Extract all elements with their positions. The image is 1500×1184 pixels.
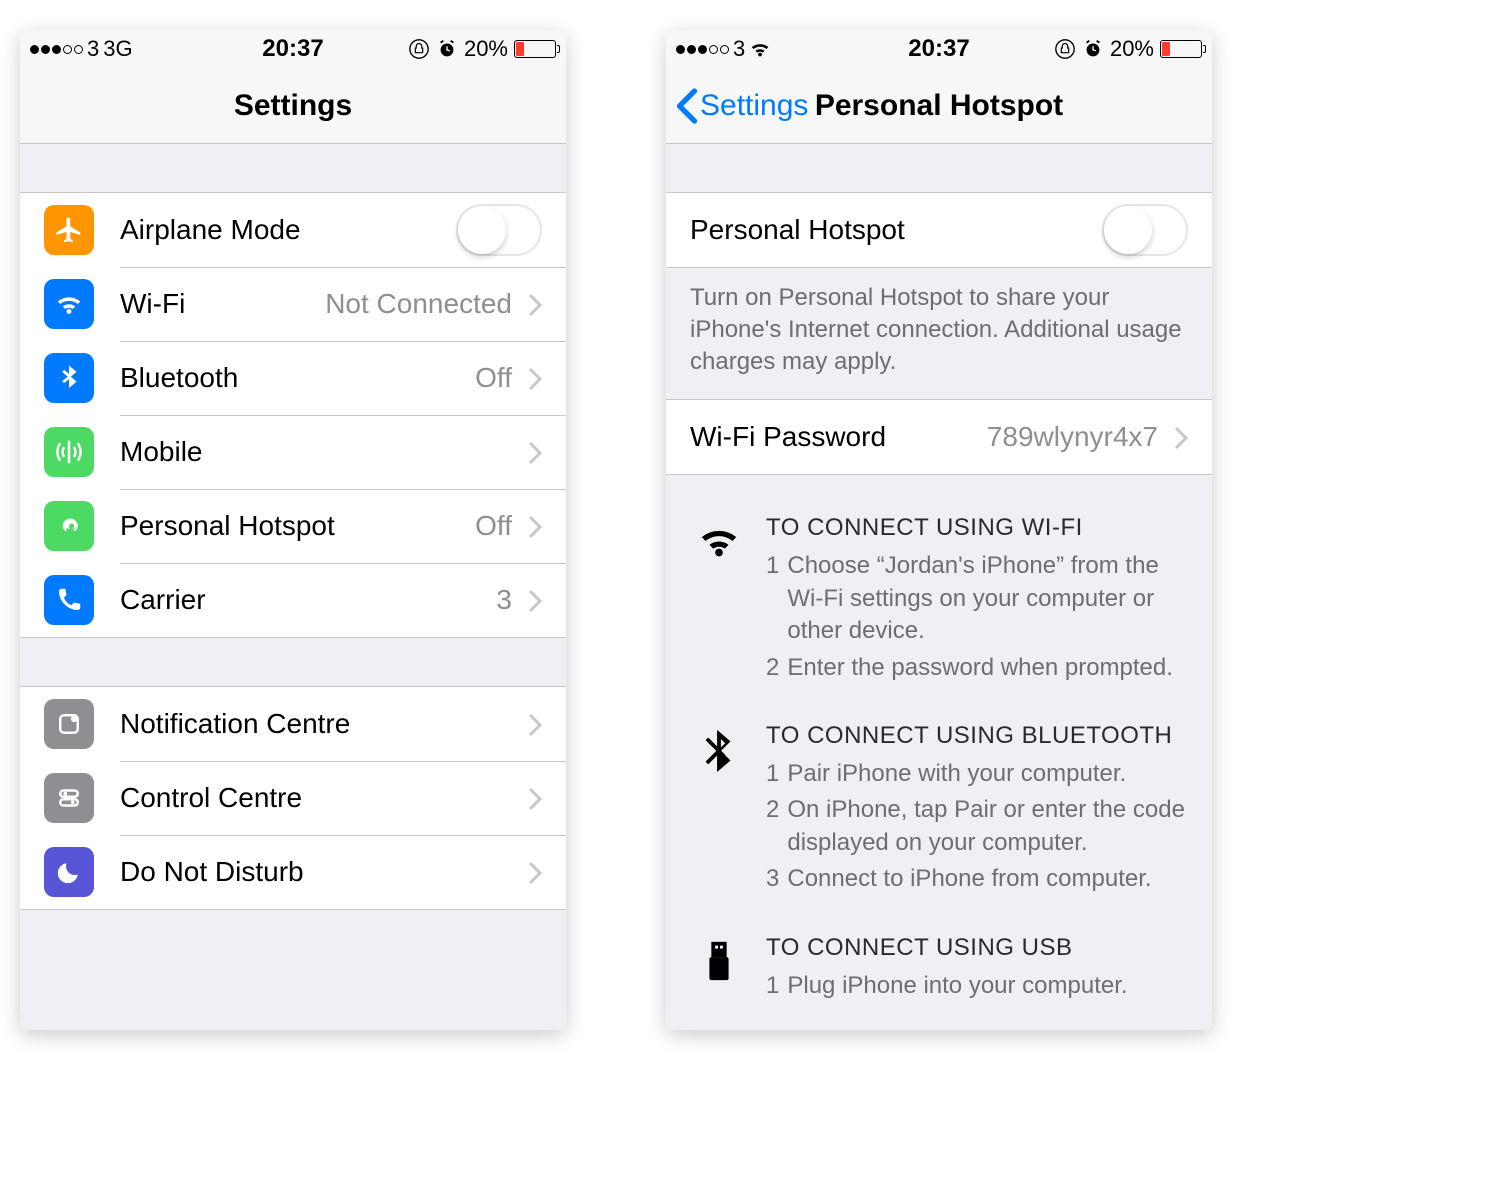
battery-pct: 20%	[464, 36, 508, 62]
row-value: Off	[475, 510, 518, 542]
row-label: Wi-Fi	[120, 288, 185, 320]
row-value: 789wlynyr4x7	[987, 421, 1164, 453]
row-label: Bluetooth	[120, 362, 238, 394]
clock: 20:37	[262, 35, 323, 63]
row-wifi[interactable]: Wi-Fi Not Connected	[20, 267, 566, 341]
row-label: Personal Hotspot	[120, 510, 335, 542]
row-label: Control Centre	[120, 782, 302, 814]
instruction-step: Pair iPhone with your computer.	[787, 758, 1126, 790]
row-value: Not Connected	[325, 288, 518, 320]
instruction-title: TO CONNECT USING USB	[766, 934, 1188, 962]
clock: 20:37	[908, 35, 969, 63]
row-notification-centre[interactable]: Notification Centre	[20, 687, 566, 761]
phone-icon	[44, 575, 94, 625]
row-personal-hotspot[interactable]: Personal Hotspot Off	[20, 489, 566, 563]
instruction-title: TO CONNECT USING WI-FI	[766, 514, 1188, 542]
network-label: 3G	[103, 36, 132, 62]
instruction-step: On iPhone, tap Pair or enter the code di…	[787, 794, 1188, 859]
battery-pct: 20%	[1110, 36, 1154, 62]
row-label: Do Not Disturb	[120, 856, 304, 888]
bluetooth-icon	[44, 353, 94, 403]
settings-group-notifications: Notification Centre Control Centre Do No…	[20, 686, 566, 910]
bluetooth-icon	[696, 722, 742, 900]
instructions-usb: TO CONNECT USING USB 1Plug iPhone into y…	[666, 924, 1212, 1030]
carrier-label: 3	[733, 36, 745, 62]
orientation-lock-icon	[1054, 38, 1076, 60]
wifi-status-icon	[749, 38, 771, 60]
row-value: Off	[475, 362, 518, 394]
row-do-not-disturb[interactable]: Do Not Disturb	[20, 835, 566, 909]
carrier-label: 3	[87, 36, 99, 62]
usb-icon	[696, 934, 742, 1006]
hotspot-toggle[interactable]	[1102, 204, 1188, 256]
row-wifi-password[interactable]: Wi-Fi Password 789wlynyr4x7	[666, 400, 1212, 474]
settings-screen: 3 3G 20:37 20% Settings Airplane Mode Wi…	[20, 30, 566, 1030]
back-button[interactable]: Settings	[676, 88, 808, 124]
page-title: Settings	[234, 89, 352, 123]
row-label: Wi-Fi Password	[690, 421, 886, 453]
alarm-icon	[436, 38, 458, 60]
navbar: Settings	[20, 68, 566, 144]
control-centre-icon	[44, 773, 94, 823]
chevron-right-icon	[528, 860, 542, 884]
mobile-icon	[44, 427, 94, 477]
chevron-right-icon	[528, 514, 542, 538]
dnd-icon	[44, 847, 94, 897]
wifi-icon	[696, 514, 742, 688]
hotspot-description: Turn on Personal Hotspot to share your i…	[666, 268, 1212, 399]
row-label: Carrier	[120, 584, 206, 616]
navbar: Settings Personal Hotspot	[666, 68, 1212, 144]
row-airplane-mode[interactable]: Airplane Mode	[20, 193, 566, 267]
settings-group-connectivity: Airplane Mode Wi-Fi Not Connected Blueto…	[20, 192, 566, 638]
instructions-wifi: TO CONNECT USING WI-FI 1Choose “Jordan's…	[666, 504, 1212, 712]
status-bar: 3 3G 20:37 20%	[20, 30, 566, 68]
wifi-icon	[44, 279, 94, 329]
chevron-right-icon	[528, 366, 542, 390]
row-label: Mobile	[120, 436, 202, 468]
signal-dots-icon	[676, 45, 729, 54]
row-bluetooth[interactable]: Bluetooth Off	[20, 341, 566, 415]
hotspot-icon	[44, 501, 94, 551]
airplane-toggle[interactable]	[456, 204, 542, 256]
chevron-right-icon	[528, 786, 542, 810]
battery-icon	[514, 40, 556, 58]
row-value: 3	[496, 584, 518, 616]
alarm-icon	[1082, 38, 1104, 60]
airplane-icon	[44, 205, 94, 255]
signal-dots-icon	[30, 45, 83, 54]
instruction-step: Connect to iPhone from computer.	[787, 863, 1151, 895]
back-label: Settings	[700, 89, 808, 123]
chevron-right-icon	[528, 588, 542, 612]
row-hotspot-toggle[interactable]: Personal Hotspot	[666, 193, 1212, 267]
row-label: Personal Hotspot	[690, 214, 905, 246]
chevron-right-icon	[528, 440, 542, 464]
status-bar: 3 20:37 20%	[666, 30, 1212, 68]
row-label: Notification Centre	[120, 708, 350, 740]
orientation-lock-icon	[408, 38, 430, 60]
page-title: Personal Hotspot	[815, 89, 1063, 123]
instructions-bluetooth: TO CONNECT USING BLUETOOTH 1Pair iPhone …	[666, 712, 1212, 924]
chevron-right-icon	[528, 712, 542, 736]
instruction-step: Plug iPhone into your computer.	[787, 970, 1127, 1002]
instruction-step: Choose “Jordan's iPhone” from the Wi-Fi …	[787, 550, 1188, 647]
row-carrier[interactable]: Carrier 3	[20, 563, 566, 637]
instruction-step: Enter the password when prompted.	[787, 652, 1173, 684]
row-control-centre[interactable]: Control Centre	[20, 761, 566, 835]
battery-icon	[1160, 40, 1202, 58]
chevron-right-icon	[1174, 425, 1188, 449]
row-label: Airplane Mode	[120, 214, 301, 246]
chevron-right-icon	[528, 292, 542, 316]
notification-icon	[44, 699, 94, 749]
personal-hotspot-screen: 3 20:37 20% Settings Personal Hotspot Pe…	[666, 30, 1212, 1030]
instruction-title: TO CONNECT USING BLUETOOTH	[766, 722, 1188, 750]
row-mobile[interactable]: Mobile	[20, 415, 566, 489]
